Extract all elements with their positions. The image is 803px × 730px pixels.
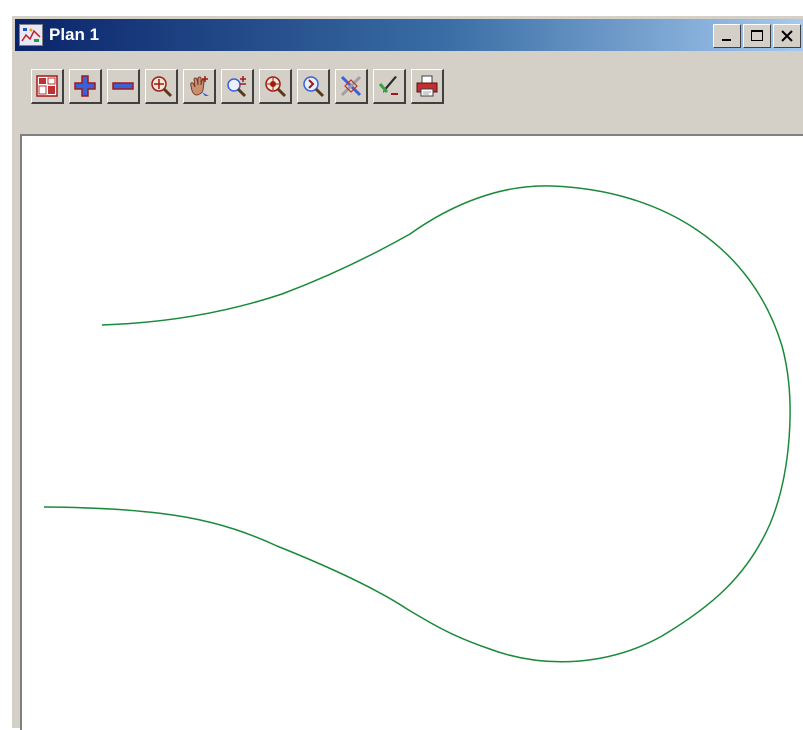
zoom-incremental-icon xyxy=(227,76,247,98)
toolbar xyxy=(17,54,803,130)
close-icon xyxy=(781,30,793,42)
minimize-icon xyxy=(722,39,731,41)
zoom-in-plus-icon xyxy=(74,75,96,97)
zoom-target-button[interactable] xyxy=(259,69,292,104)
edit-button[interactable] xyxy=(373,69,406,104)
zoom-in-button[interactable] xyxy=(69,69,102,104)
plan-canvas[interactable] xyxy=(20,134,803,730)
zoom-out-minus-icon xyxy=(112,82,134,90)
app-icon[interactable] xyxy=(19,24,43,46)
pan-button[interactable] xyxy=(183,69,216,104)
zoom-previous-icon xyxy=(303,76,325,98)
window-title: Plan 1 xyxy=(49,25,100,44)
zoom-previous-button[interactable] xyxy=(297,69,330,104)
plan-drawing xyxy=(43,185,791,663)
zoom-target-icon xyxy=(265,76,287,98)
plot-view-icon xyxy=(36,75,58,97)
plan-window: Plan 1 xyxy=(10,14,803,730)
maximize-button[interactable] xyxy=(743,24,771,48)
zoom-extents-icon xyxy=(151,76,173,98)
zoom-out-button[interactable] xyxy=(107,69,140,104)
zoom-extents-button[interactable] xyxy=(145,69,178,104)
caption-buttons xyxy=(713,24,801,48)
zoom-incremental-button[interactable] xyxy=(221,69,254,104)
maximize-icon xyxy=(751,30,763,41)
title-bar[interactable]: Plan 1 xyxy=(15,19,803,51)
clear-view-icon xyxy=(340,75,362,97)
pan-hand-icon xyxy=(190,76,209,96)
plot-view-button[interactable] xyxy=(31,69,64,104)
minimize-button[interactable] xyxy=(713,24,741,48)
print-icon xyxy=(416,75,438,97)
close-button[interactable] xyxy=(773,24,801,48)
print-button[interactable] xyxy=(411,69,444,104)
clear-view-button[interactable] xyxy=(335,69,368,104)
design-string-curve[interactable] xyxy=(43,185,791,663)
edit-pen-icon xyxy=(378,76,398,95)
